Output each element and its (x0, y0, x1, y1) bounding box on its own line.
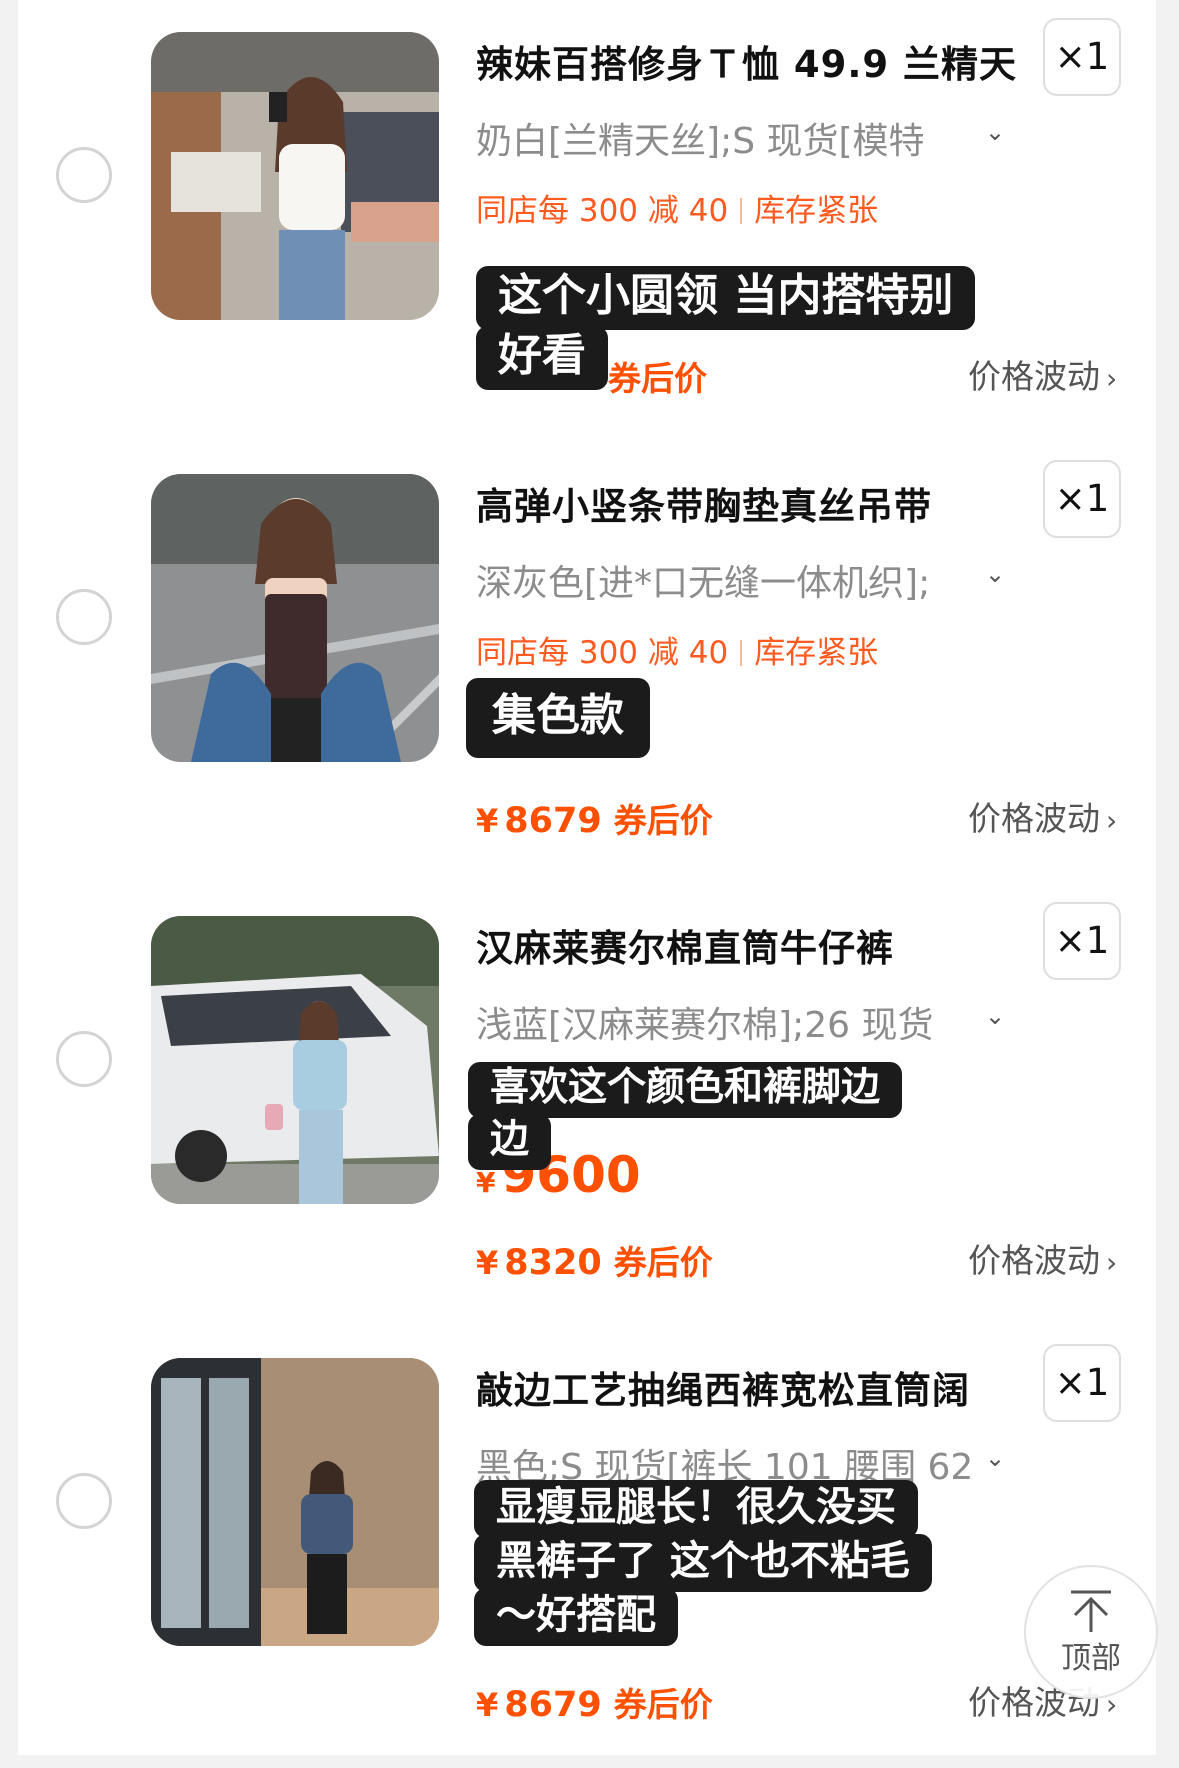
promo-discount: 同店每 300 减 40 (476, 635, 729, 671)
currency-symbol: ¥ (476, 1244, 499, 1282)
price-value: 8320 (504, 1243, 602, 1283)
overlay-caption: 喜欢这个颜色和裤脚边 边 (468, 1062, 903, 1170)
price-trend-label: 价格波动 (968, 357, 1100, 396)
product-image[interactable] (151, 474, 439, 762)
caption-line: 黑裤子了 这个也不粘毛 (474, 1534, 932, 1592)
price-tag: 券后价 (613, 801, 713, 840)
promo-row: 同店每 300 减 40 库存紧张 (476, 627, 878, 672)
cart-item: 敲边工艺抽绳西裤宽松直筒阔 ×1 黑色;S 现货[裤长 101 腰围 62 ⌄ … (18, 1326, 1156, 1768)
select-radio[interactable] (56, 1473, 112, 1529)
price-value: 8679 (504, 1685, 602, 1725)
product-title[interactable]: 高弹小竖条带胸垫真丝吊带 (476, 476, 1036, 530)
back-to-top-button[interactable]: 顶部 (1024, 1565, 1158, 1699)
quantity-button[interactable]: ×1 (1043, 460, 1121, 538)
caption-line: 显瘦显腿长！很久没买 (474, 1480, 918, 1538)
chevron-down-icon[interactable]: ⌄ (980, 1002, 1010, 1032)
cart-item: 辣妹百搭修身Ｔ恤 49.9 兰精天 ×1 奶白[兰精天丝];S 现货[模特 ⌄ … (18, 0, 1156, 442)
select-radio[interactable] (56, 589, 112, 645)
back-to-top-label: 顶部 (1061, 1641, 1121, 1676)
quantity-button[interactable]: ×1 (1043, 1344, 1121, 1422)
currency-symbol: ¥ (476, 1686, 499, 1724)
quantity-button[interactable]: ×1 (1043, 18, 1121, 96)
product-title[interactable]: 敲边工艺抽绳西裤宽松直筒阔 (476, 1360, 1036, 1414)
price-trend-label: 价格波动 (968, 799, 1100, 838)
arrow-up-icon (1071, 1590, 1111, 1632)
promo-stock: 库存紧张 (754, 193, 879, 229)
chevron-down-icon[interactable]: ⌄ (980, 1444, 1010, 1474)
chevron-right-icon: › (1106, 362, 1118, 395)
caption-line: ～好搭配 (474, 1588, 678, 1646)
divider (740, 640, 743, 666)
overlay-caption: 集色款 (466, 678, 650, 758)
divider (740, 198, 743, 224)
caption-line: 喜欢这个颜色和裤脚边 (468, 1062, 903, 1118)
chevron-right-icon: › (1106, 1246, 1118, 1279)
price-trend-link[interactable]: 价格波动 › (968, 1234, 1148, 1282)
select-radio[interactable] (56, 1031, 112, 1087)
promo-stock: 库存紧张 (754, 635, 879, 671)
price-tag: 券后价 (613, 1243, 713, 1282)
caption-line: 好看 (476, 326, 608, 390)
price-trend-link[interactable]: 价格波动 › (968, 792, 1148, 840)
caption-line: 集色款 (466, 678, 650, 758)
product-image[interactable] (151, 1358, 439, 1646)
price-trend-link[interactable]: 价格波动 › (968, 350, 1148, 398)
promo-row: 同店每 300 减 40 库存紧张 (476, 185, 878, 230)
overlay-caption: 这个小圆领 当内搭特别 好看 (476, 266, 976, 390)
price-trend-label: 价格波动 (968, 1241, 1100, 1280)
product-image[interactable] (151, 916, 439, 1204)
product-spec[interactable]: 奶白[兰精天丝];S 现货[模特 (476, 112, 1016, 164)
price-value: 8679 (504, 801, 602, 841)
product-spec[interactable]: 浅蓝[汉麻莱赛尔棉];26 现货 (476, 996, 1016, 1048)
product-title[interactable]: 汉麻莱赛尔棉直筒牛仔裤 (476, 918, 1036, 972)
overlay-caption: 显瘦显腿长！很久没买 黑裤子了 这个也不粘毛 ～好搭配 (474, 1480, 932, 1646)
currency-symbol: ¥ (476, 802, 499, 840)
caption-line: 这个小圆领 当内搭特别 (476, 266, 976, 330)
currency-symbol: ¥ (476, 1166, 496, 1199)
cart-item: 高弹小竖条带胸垫真丝吊带 ×1 深灰色[进*口无缝一体机织]; ⌄ 同店每 30… (18, 442, 1156, 884)
cart-item: 汉麻莱赛尔棉直筒牛仔裤 ×1 浅蓝[汉麻莱赛尔棉];26 现货 ⌄ ¥9600 … (18, 884, 1156, 1326)
chevron-down-icon[interactable]: ⌄ (980, 560, 1010, 590)
price-tag: 券后价 (613, 1685, 713, 1724)
chevron-down-icon[interactable]: ⌄ (980, 118, 1010, 148)
chevron-right-icon: › (1106, 804, 1118, 837)
product-image[interactable] (151, 32, 439, 320)
product-title[interactable]: 辣妹百搭修身Ｔ恤 49.9 兰精天 (476, 34, 1036, 88)
final-price: ¥8679 券后价 (476, 794, 713, 842)
select-radio[interactable] (56, 147, 112, 203)
product-spec[interactable]: 深灰色[进*口无缝一体机织]; (476, 554, 1016, 606)
quantity-button[interactable]: ×1 (1043, 902, 1121, 980)
final-price: ¥8679 券后价 (476, 1678, 713, 1726)
promo-discount: 同店每 300 减 40 (476, 193, 729, 229)
final-price: ¥8320 券后价 (476, 1236, 713, 1284)
caption-line: 边 (468, 1114, 552, 1170)
cart-list: 辣妹百搭修身Ｔ恤 49.9 兰精天 ×1 奶白[兰精天丝];S 现货[模特 ⌄ … (18, 0, 1158, 1755)
